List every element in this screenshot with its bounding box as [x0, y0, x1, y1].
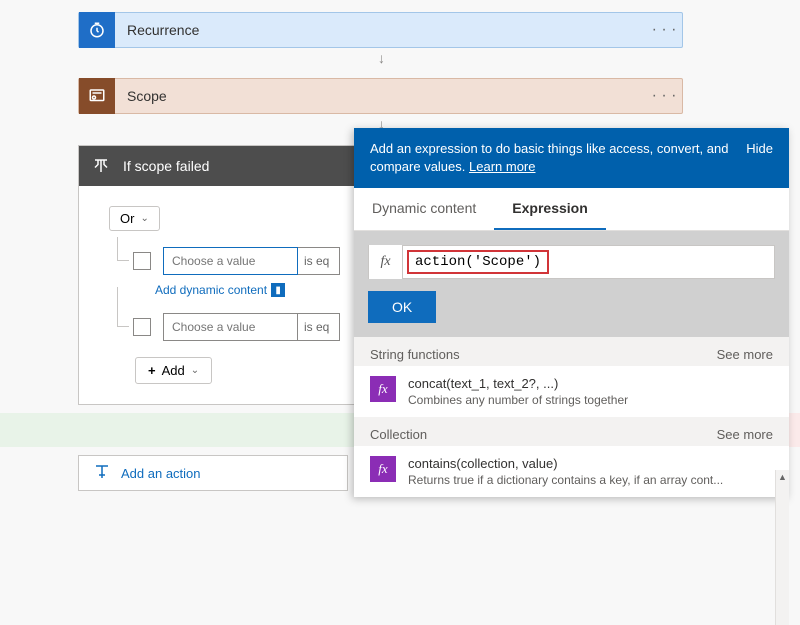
function-section-header: Collection See more [354, 417, 789, 446]
see-more-link[interactable]: See more [717, 347, 773, 362]
add-action-icon [93, 463, 111, 484]
section-title: String functions [370, 347, 460, 362]
expression-panel: Add an expression to do basic things lik… [354, 128, 789, 497]
plus-icon: + [148, 363, 156, 378]
dynamic-content-badge-icon: ▮ [271, 283, 285, 297]
function-signature: concat(text_1, text_2?, ...) [408, 376, 628, 391]
row-checkbox[interactable] [133, 318, 151, 336]
panel-tabs: Dynamic content Expression [354, 188, 789, 231]
add-action-button[interactable]: Add an action [78, 455, 348, 491]
expression-input[interactable]: action('Scope') [403, 248, 774, 276]
condition-value-input[interactable] [163, 313, 298, 341]
fx-icon: fx [370, 456, 396, 482]
learn-more-link[interactable]: Learn more [469, 159, 535, 174]
function-item[interactable]: fx contains(collection, value) Returns tru… [354, 446, 789, 497]
expression-value: action('Scope') [407, 250, 549, 274]
expression-panel-header: Add an expression to do basic things lik… [354, 128, 789, 188]
tree-connector [117, 237, 129, 261]
add-dynamic-content-link[interactable]: Add dynamic content ▮ [155, 283, 285, 297]
scroll-up-icon[interactable]: ▲ [776, 470, 789, 484]
tab-expression[interactable]: Expression [494, 188, 605, 230]
tree-connector [117, 287, 129, 327]
more-menu-button[interactable]: · · · [646, 21, 682, 39]
scrollbar[interactable]: ▲ [775, 470, 789, 625]
chevron-down-icon: ⌄ [191, 365, 199, 376]
ok-button[interactable]: OK [368, 291, 436, 323]
more-menu-button[interactable]: · · · [646, 87, 682, 105]
hide-panel-button[interactable]: Hide [746, 140, 773, 158]
step-title: Scope [115, 88, 646, 104]
function-section-header: String functions See more [354, 337, 789, 366]
logic-operator-label: Or [120, 211, 134, 226]
clock-icon [79, 12, 115, 48]
function-description: Combines any number of strings together [408, 393, 628, 407]
operator-dropdown[interactable]: is eq [298, 313, 340, 341]
fx-icon: fx [370, 376, 396, 402]
chevron-down-icon: ⌄ [140, 213, 148, 224]
step-scope[interactable]: Scope · · · [78, 78, 683, 114]
logic-operator-dropdown[interactable]: Or ⌄ [109, 206, 160, 231]
operator-dropdown[interactable]: is eq [298, 247, 340, 275]
condition-icon [87, 152, 115, 180]
scope-icon [79, 78, 115, 114]
tab-dynamic-content[interactable]: Dynamic content [354, 188, 494, 230]
function-signature: contains(collection, value) [408, 456, 723, 471]
see-more-link[interactable]: See more [717, 427, 773, 442]
section-title: Collection [370, 427, 427, 442]
panel-intro-text: Add an expression to do basic things lik… [370, 141, 728, 174]
row-checkbox[interactable] [133, 252, 151, 270]
arrow-down-icon: ↓ [378, 50, 385, 66]
step-title: Recurrence [115, 22, 646, 38]
condition-value-input[interactable] [163, 247, 298, 275]
function-item[interactable]: fx concat(text_1, text_2?, ...) Combines a… [354, 366, 789, 417]
fx-icon: fx [369, 245, 403, 279]
add-condition-button[interactable]: + Add ⌄ [135, 357, 212, 384]
function-description: Returns true if a dictionary contains a … [408, 473, 723, 487]
expression-input-row: fx action('Scope') [368, 245, 775, 279]
step-recurrence[interactable]: Recurrence · · · [78, 12, 683, 48]
